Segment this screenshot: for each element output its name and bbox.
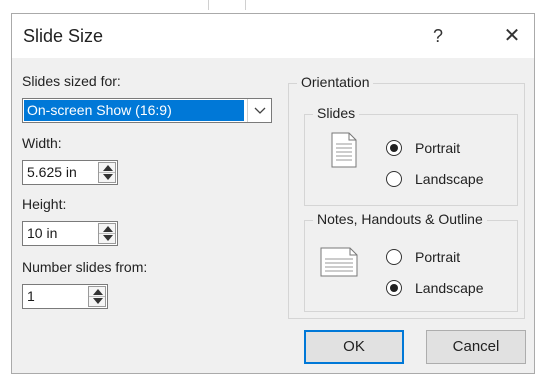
notes-portrait-label[interactable]: Portrait (415, 249, 460, 265)
slide-size-dialog: Slide Size ? ✕ Slides sized for: On-scre… (11, 13, 535, 374)
slides-group-title: Slides (313, 105, 360, 121)
height-label: Height: (22, 196, 67, 212)
dialog-title: Slide Size (23, 26, 104, 46)
spin-divider (99, 233, 115, 234)
spin-down-icon[interactable] (93, 298, 103, 304)
background-divider (245, 0, 246, 10)
spin-down-icon[interactable] (103, 174, 113, 180)
height-spin-buttons[interactable] (98, 223, 116, 244)
slides-sized-for-label-text: Slides sized for: (22, 73, 121, 89)
number-spin-buttons[interactable] (88, 286, 106, 307)
spin-divider (89, 296, 105, 297)
notes-landscape-label[interactable]: Landscape (415, 280, 484, 296)
spin-up-icon[interactable] (93, 289, 103, 295)
slides-sized-for-label: Slides sized for: (22, 73, 121, 89)
background-divider (208, 0, 209, 10)
ok-button[interactable]: OK (304, 330, 404, 364)
spin-up-icon[interactable] (103, 165, 113, 171)
width-spinner[interactable]: 5.625 in (22, 160, 118, 185)
slides-portrait-radio[interactable] (386, 140, 402, 156)
notes-portrait-radio[interactable] (386, 249, 402, 265)
number-slides-from-spinner[interactable]: 1 (22, 284, 108, 309)
height-spinner[interactable]: 10 in (22, 221, 118, 246)
spin-down-icon[interactable] (103, 235, 113, 241)
notes-landscape-radio[interactable] (386, 280, 402, 296)
slides-sized-for-value: On-screen Show (16:9) (24, 100, 244, 121)
close-button[interactable]: ✕ (498, 22, 526, 50)
help-button[interactable]: ? (424, 22, 452, 50)
width-label: Width: (22, 135, 62, 151)
number-slides-from-label: Number slides from: (22, 259, 148, 275)
orientation-title: Orientation (297, 74, 374, 90)
number-slides-from-value[interactable]: 1 (27, 288, 35, 304)
width-spin-buttons[interactable] (98, 162, 116, 183)
slides-landscape-label[interactable]: Landscape (415, 171, 484, 187)
spin-up-icon[interactable] (103, 226, 113, 232)
width-value[interactable]: 5.625 in (27, 164, 77, 180)
dialog-titlebar[interactable]: Slide Size ? ✕ (12, 14, 534, 58)
notes-group-title: Notes, Handouts & Outline (313, 211, 487, 227)
background-window-strip (0, 0, 536, 12)
portrait-page-icon (330, 132, 358, 173)
cancel-button[interactable]: Cancel (426, 330, 526, 364)
chevron-down-icon[interactable] (247, 99, 271, 122)
slides-sized-for-select[interactable]: On-screen Show (16:9) (22, 98, 272, 123)
landscape-page-icon (319, 247, 359, 282)
height-value[interactable]: 10 in (27, 225, 57, 241)
slides-portrait-label[interactable]: Portrait (415, 140, 460, 156)
slides-landscape-radio[interactable] (386, 171, 402, 187)
spin-divider (99, 172, 115, 173)
